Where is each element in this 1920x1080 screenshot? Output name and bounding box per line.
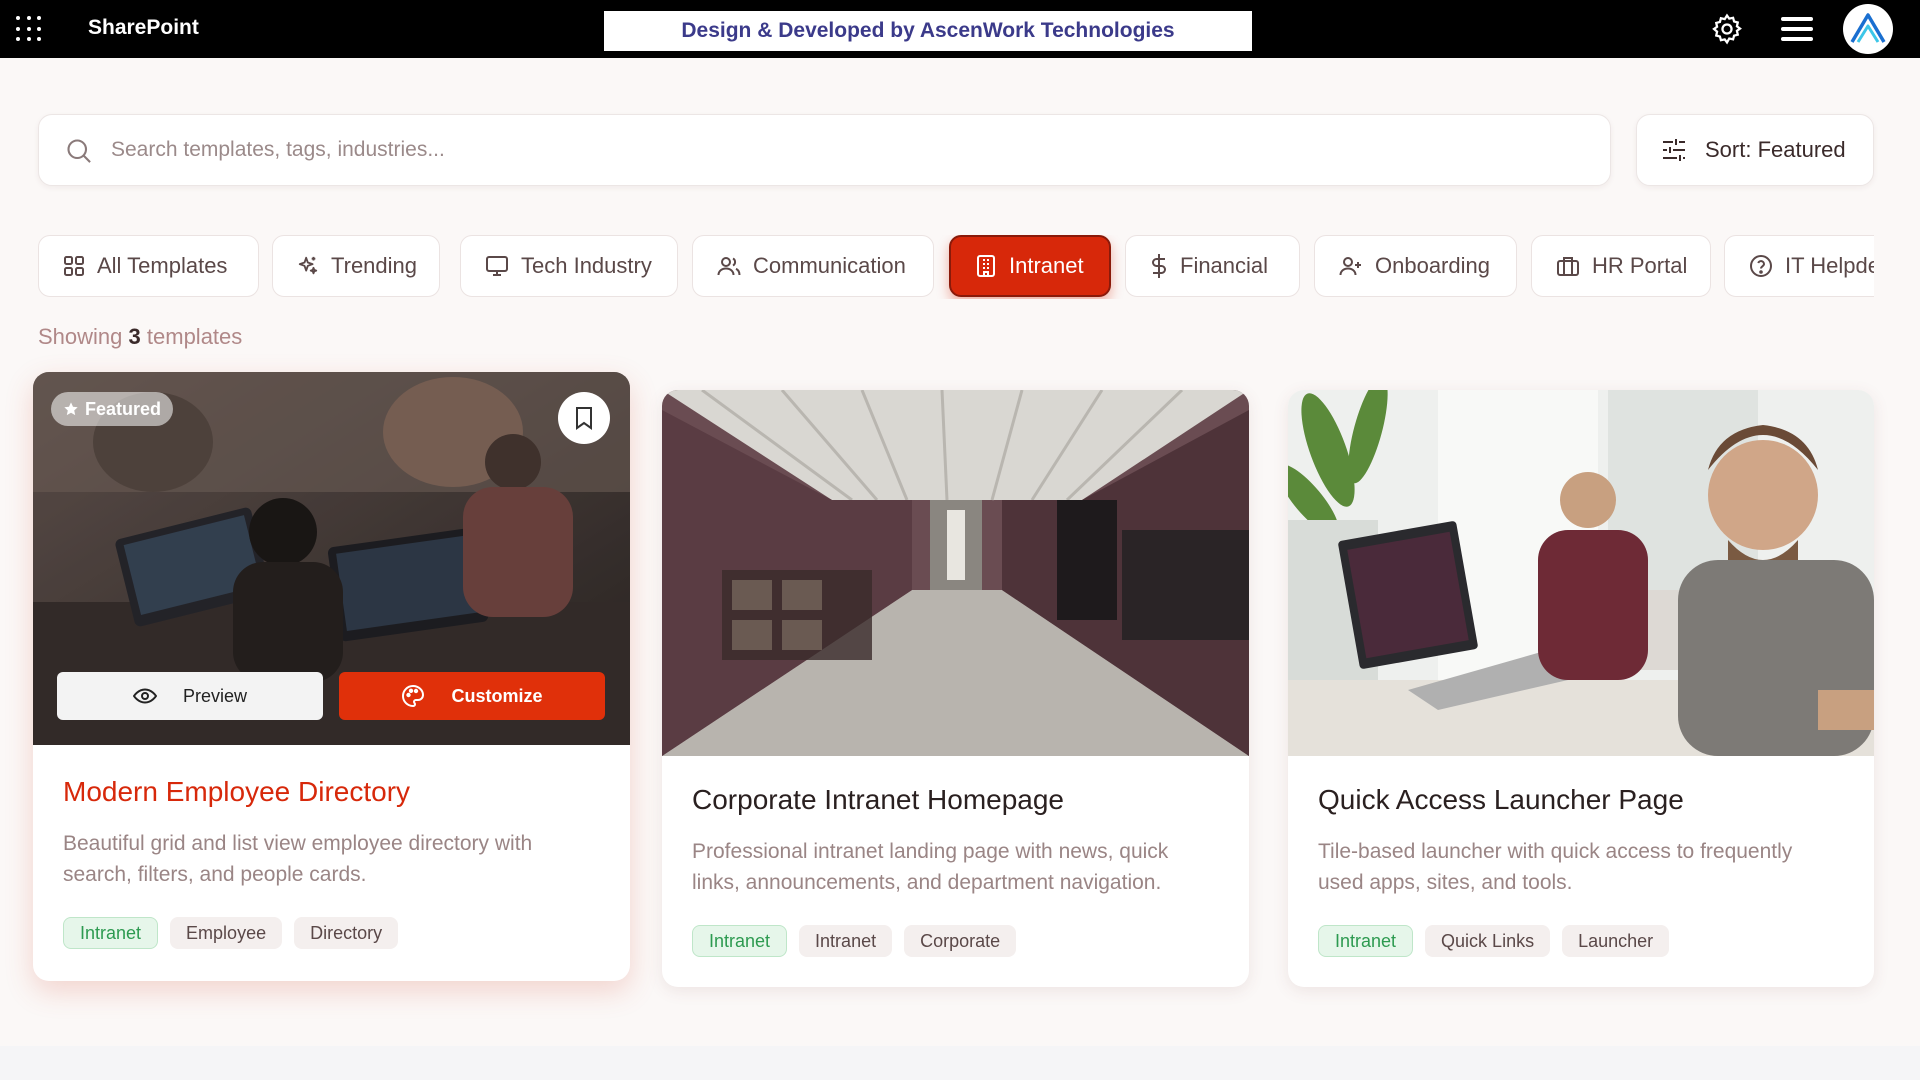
tag[interactable]: Employee	[170, 917, 283, 949]
filter-financial[interactable]: Financial	[1125, 235, 1300, 297]
tag[interactable]: Launcher	[1562, 925, 1670, 957]
template-card-employee-directory[interactable]: Featured Preview Customize Modern Employ…	[33, 372, 630, 981]
sparkle-icon	[298, 256, 318, 275]
card-tags: Intranet Quick Links Launcher	[1318, 925, 1670, 957]
credit-text: Design & Developed by AscenWork Technolo…	[681, 19, 1175, 42]
filter-tech-industry[interactable]: Tech Industry	[460, 235, 678, 297]
filter-hr-portal[interactable]: HR Portal	[1531, 235, 1711, 297]
filter-label: Tech Industry	[521, 253, 652, 278]
app-launcher-icon[interactable]	[16, 16, 42, 42]
grid-icon	[64, 256, 84, 276]
search-box	[38, 114, 1611, 186]
card-title[interactable]: Quick Access Launcher Page	[1318, 784, 1684, 816]
palette-icon	[402, 684, 425, 708]
filter-label: All Templates	[97, 253, 228, 278]
filter-label: Trending	[331, 253, 418, 278]
sort-button[interactable]: Sort: Featured	[1636, 114, 1874, 186]
filter-intranet[interactable]: Intranet	[949, 235, 1111, 297]
card-description: Beautiful grid and list view employee di…	[63, 832, 533, 886]
dollar-icon	[1152, 254, 1166, 278]
hamburger-menu-icon[interactable]	[1778, 10, 1816, 48]
customize-label: Customize	[451, 685, 543, 706]
template-thumbnail	[662, 390, 1249, 756]
filter-chips: All Templates Trending Tech Industry Com…	[38, 235, 1874, 299]
tag[interactable]: Intranet	[799, 925, 893, 957]
customize-button[interactable]: Customize	[339, 672, 605, 720]
preview-label: Preview	[182, 685, 248, 706]
featured-badge: Featured	[51, 392, 174, 426]
template-thumbnail	[1288, 390, 1874, 756]
credit-banner: Design & Developed by AscenWork Technolo…	[604, 11, 1252, 51]
filter-label: Communication	[753, 253, 906, 278]
results-number: 3	[128, 324, 141, 349]
gear-icon[interactable]	[1708, 10, 1746, 48]
filter-onboarding[interactable]: Onboarding	[1314, 235, 1517, 297]
bookmark-button[interactable]	[558, 392, 610, 444]
card-title[interactable]: Corporate Intranet Homepage	[692, 784, 1064, 816]
card-tags: Intranet Intranet Corporate	[692, 925, 1017, 957]
building-icon	[977, 255, 995, 277]
star-icon	[64, 402, 78, 416]
card-tags: Intranet Employee Directory	[63, 917, 399, 949]
filter-label: Intranet	[1009, 253, 1084, 278]
template-card-quick-access-launcher[interactable]: Quick Access Launcher Page Tile-based la…	[1288, 390, 1874, 987]
preview-button[interactable]: Preview	[57, 672, 323, 720]
results-count: Showing 3 templates	[38, 324, 242, 350]
tag[interactable]: Corporate	[904, 925, 1017, 957]
tag[interactable]: Directory	[294, 917, 399, 949]
page-footer-strip	[0, 1046, 1920, 1080]
template-thumbnail: Featured Preview Customize	[33, 372, 630, 745]
filter-it-helpdesk[interactable]: IT Helpde	[1724, 235, 1874, 297]
tag[interactable]: Intranet	[692, 925, 788, 957]
badge-label: Featured	[85, 398, 162, 419]
results-suffix: templates	[146, 324, 243, 349]
filter-all-templates[interactable]: All Templates	[38, 235, 259, 297]
monitor-icon	[486, 256, 508, 276]
briefcase-icon	[1557, 257, 1579, 276]
sort-label: Sort: Featured	[1705, 137, 1846, 162]
top-bar: SharePoint Design & Developed by AscenWo…	[0, 0, 1920, 58]
user-plus-icon	[1339, 257, 1361, 276]
sliders-icon	[1663, 139, 1685, 161]
eye-icon	[132, 688, 157, 704]
tag[interactable]: Intranet	[63, 917, 159, 949]
card-description: Professional intranet landing page with …	[692, 840, 1169, 894]
results-prefix: Showing	[38, 324, 123, 349]
brand-name[interactable]: SharePoint	[88, 16, 199, 40]
search-input[interactable]	[111, 115, 1571, 185]
ascenwork-logo-icon[interactable]	[1843, 4, 1893, 54]
bookmark-icon	[576, 407, 592, 430]
search-icon	[67, 139, 91, 163]
filter-label: Financial	[1180, 253, 1269, 278]
tag[interactable]: Intranet	[1318, 925, 1414, 957]
filter-trending[interactable]: Trending	[272, 235, 440, 297]
template-card-corporate-intranet[interactable]: Corporate Intranet Homepage Professional…	[662, 390, 1249, 987]
filter-label: HR Portal	[1592, 253, 1688, 278]
filter-label: IT Helpde	[1785, 253, 1874, 278]
card-title[interactable]: Modern Employee Directory	[63, 776, 410, 808]
help-circle-icon	[1750, 255, 1772, 277]
card-description: Tile-based launcher with quick access to…	[1318, 840, 1793, 894]
tag[interactable]: Quick Links	[1425, 925, 1551, 957]
filter-label: Onboarding	[1375, 253, 1490, 278]
filter-communication[interactable]: Communication	[692, 235, 934, 297]
users-icon	[717, 257, 741, 276]
